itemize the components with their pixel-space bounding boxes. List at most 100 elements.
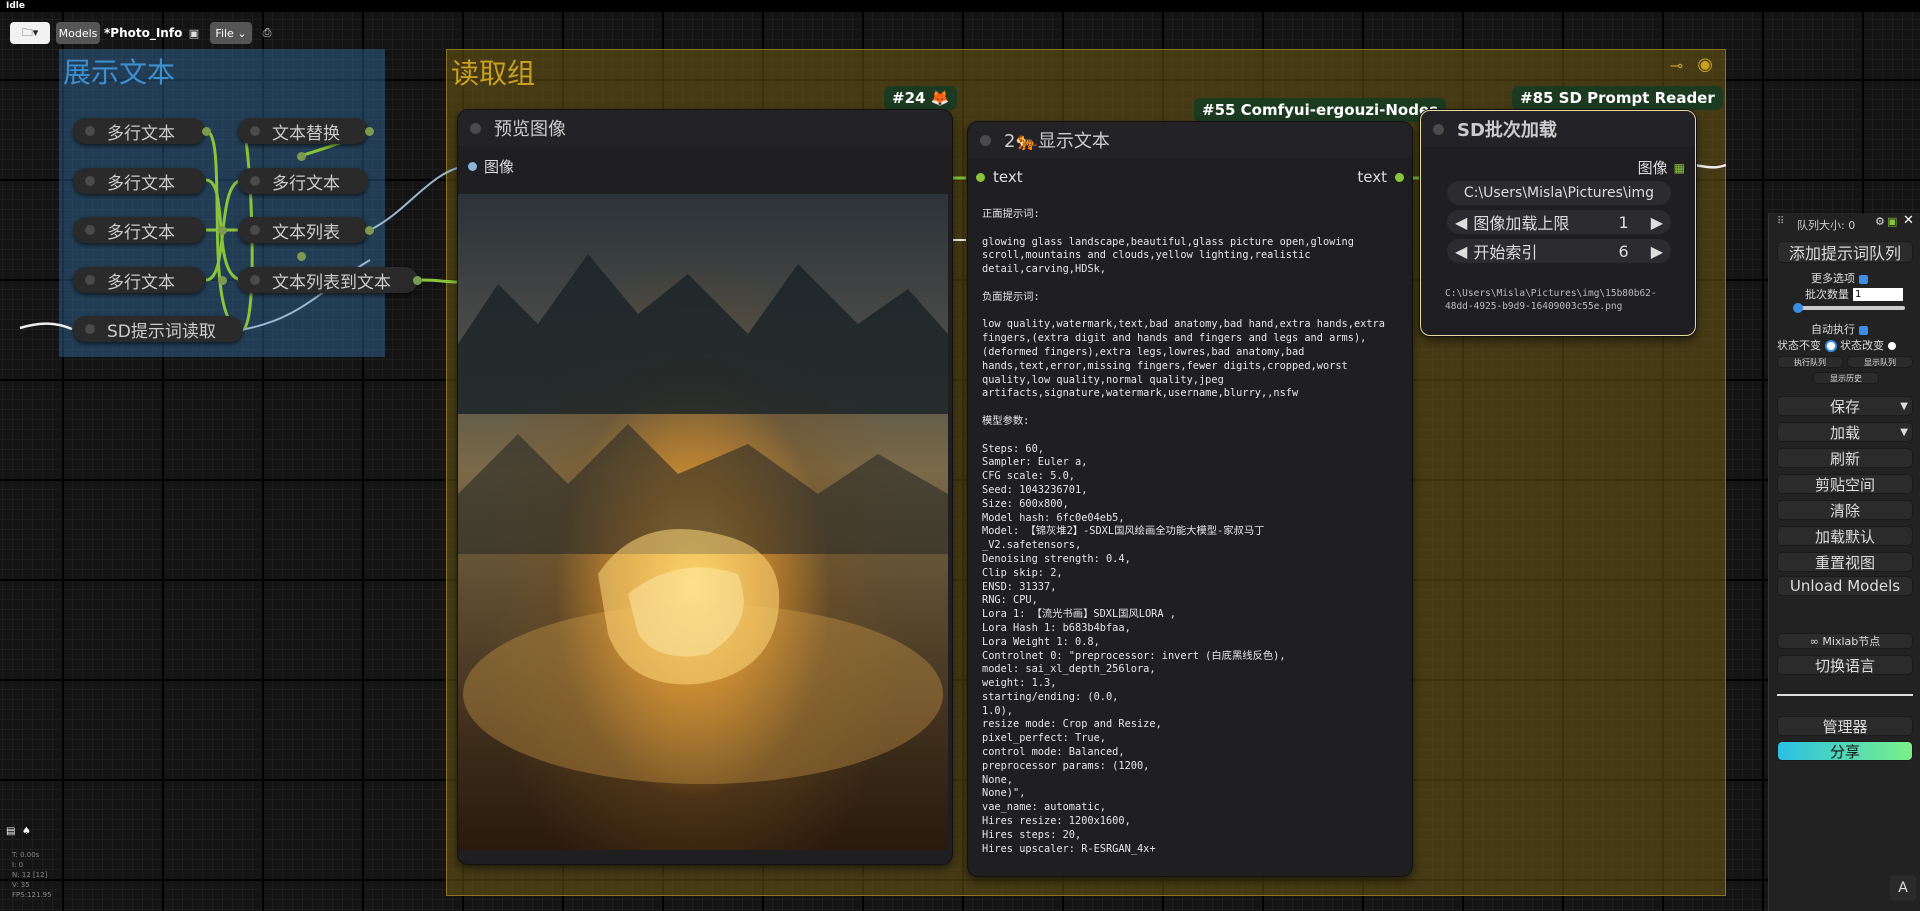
decrement-arrow-icon[interactable]: ◀	[1455, 213, 1467, 232]
preview-image-node[interactable]: 预览图像 图像	[458, 110, 952, 864]
corner-button[interactable]: A	[1890, 875, 1916, 901]
node-label: SD提示词读取	[107, 321, 216, 342]
node-label: 多行文本	[107, 123, 175, 144]
save-button[interactable]: 保存 ▼	[1777, 396, 1913, 416]
image-limit-stepper[interactable]: ◀ 图像加载上限 1 ▶	[1447, 210, 1671, 234]
stat-line: I: 0	[12, 861, 24, 869]
checkbox[interactable]	[1858, 325, 1868, 335]
node-label: 多行文本	[107, 222, 175, 243]
show-history-button[interactable]: 显示历史	[1813, 372, 1879, 384]
collapse-dot[interactable]	[250, 176, 260, 186]
batch-count-row: 批次数量 1	[1805, 286, 1903, 302]
clear-button[interactable]: 清除	[1777, 500, 1913, 520]
output-pin[interactable]	[365, 127, 374, 136]
output-dot[interactable]	[1395, 172, 1404, 182]
text-list-to-text-node[interactable]: 文本列表到文本	[238, 267, 418, 293]
text-input-slot[interactable]: text	[976, 168, 1023, 186]
manager-button[interactable]: 管理器	[1777, 716, 1913, 736]
multiline-text-node[interactable]: 多行文本	[73, 118, 205, 144]
loaded-file-path: C:\Users\Misla\Pictures\img\15b80b62- 48…	[1445, 288, 1657, 312]
collapse-dot[interactable]	[250, 225, 260, 235]
path-input[interactable]: C:\Users\Misla\Pictures\img	[1447, 181, 1671, 205]
multiline-text-node[interactable]: 多行文本	[73, 217, 205, 243]
input-dot[interactable]	[976, 172, 985, 182]
input-dot[interactable]	[468, 162, 477, 171]
pin-icon[interactable]: ♠	[22, 826, 31, 837]
node-title: 2🐅显示文本	[1004, 131, 1110, 152]
start-index-stepper[interactable]: ◀ 开始索引 6 ▶	[1447, 239, 1671, 263]
sd-prompt-reader-node[interactable]: SD提示词读取	[73, 316, 243, 342]
batch-count-input[interactable]: 1	[1853, 287, 1903, 301]
close-icon[interactable]: ✕	[1903, 213, 1914, 228]
slider-thumb[interactable]	[1793, 303, 1803, 313]
slot-label: text	[993, 168, 1023, 186]
mixlab-button[interactable]: ∞ Mixlab节点	[1777, 633, 1913, 649]
collapse-dot[interactable]	[980, 135, 991, 146]
radio-unchanged[interactable]	[1824, 340, 1837, 352]
share-button[interactable]: 分享	[1777, 741, 1913, 761]
multiline-text-node[interactable]: 多行文本	[73, 267, 205, 293]
multiline-text-node[interactable]: 多行文本	[238, 168, 368, 194]
label: 自动执行	[1811, 323, 1855, 336]
collapse-dot[interactable]	[250, 126, 260, 136]
stepper-label: 图像加载上限	[1473, 214, 1570, 233]
stat-line: V: 35	[12, 881, 30, 889]
collapse-dot[interactable]	[250, 275, 260, 285]
decrement-arrow-icon[interactable]: ◀	[1455, 242, 1467, 261]
output-pin[interactable]	[297, 152, 306, 161]
output-pin[interactable]	[365, 226, 374, 235]
text-list-node[interactable]: 文本列表	[238, 217, 368, 243]
drag-handle-icon[interactable]: ⠿	[1777, 216, 1784, 227]
text-replace-node[interactable]: 文本替换	[238, 118, 368, 144]
add-prompt-queue-button[interactable]: 添加提示词队列	[1777, 241, 1913, 263]
chevron-down-icon[interactable]: ▼	[1900, 401, 1908, 412]
auto-queue-toggle[interactable]: 自动执行	[1811, 321, 1868, 337]
show-text-node[interactable]: 2🐅显示文本 text text 正面提示词: glowing glass la…	[968, 122, 1412, 876]
load-default-button[interactable]: 加载默认	[1777, 526, 1913, 546]
clipspace-button[interactable]: 剪贴空间	[1777, 474, 1913, 494]
gear-icon[interactable]: ⚙	[1875, 215, 1885, 228]
switch-language-button[interactable]: 切换语言	[1777, 655, 1913, 675]
increment-arrow-icon[interactable]: ▶	[1651, 242, 1663, 261]
queue-button[interactable]: 执行队列	[1777, 356, 1843, 368]
collapse-dot[interactable]	[85, 225, 95, 235]
collapse-dot[interactable]	[85, 176, 95, 186]
output-pin[interactable]	[297, 252, 306, 261]
render-stats: T: 0.00s I: 0 N: 12 [12] V: 35 FPS:121.9…	[12, 850, 52, 900]
batch-count-slider[interactable]	[1793, 303, 1905, 313]
show-queue-button[interactable]: 显示队列	[1847, 356, 1913, 368]
node-header[interactable]: 2🐅显示文本	[968, 122, 1412, 158]
more-options-toggle[interactable]: 更多选项	[1811, 270, 1868, 286]
text-output-slot[interactable]: text	[1357, 168, 1404, 186]
output-pin[interactable]	[413, 276, 422, 285]
chevron-down-icon[interactable]: ▼	[1900, 427, 1908, 438]
collapse-dot[interactable]	[470, 123, 481, 134]
radio-changed[interactable]	[1887, 342, 1896, 350]
collapse-dot[interactable]	[1433, 124, 1444, 135]
increment-arrow-icon[interactable]: ▶	[1651, 213, 1663, 232]
refresh-button[interactable]: 刷新	[1777, 448, 1913, 468]
graph-icon[interactable]: ▤	[6, 826, 15, 837]
output-pin[interactable]	[202, 127, 211, 136]
collapse-dot[interactable]	[85, 324, 95, 334]
node-label: 文本列表到文本	[272, 272, 391, 293]
text-display-area[interactable]: 正面提示词: glowing glass landscape,beautiful…	[982, 208, 1406, 872]
node-header[interactable]: 预览图像	[458, 110, 952, 146]
checkbox[interactable]	[1858, 274, 1868, 284]
load-button[interactable]: 加载 ▼	[1777, 422, 1913, 442]
reset-view-button[interactable]: 重置视图	[1777, 552, 1913, 572]
unload-models-button[interactable]: Unload Models	[1777, 576, 1913, 596]
node-header[interactable]: SD批次加载	[1421, 111, 1695, 147]
image-input-slot[interactable]: 图像	[468, 156, 514, 177]
sd-batch-load-node[interactable]: SD批次加载 图像 ▦ C:\Users\Misla\Pictures\img ◀…	[1420, 110, 1696, 336]
collapse-dot[interactable]	[85, 126, 95, 136]
node-badge: #55 Comfyui-ergouzi-Nodes	[1194, 98, 1447, 122]
image-icon[interactable]: ▣	[1887, 215, 1897, 228]
image-output-slot[interactable]: 图像 ▦	[1638, 157, 1685, 178]
output-pin[interactable]	[218, 226, 227, 235]
side-menu[interactable]: ⠿ 队列大小: 0 ⚙ ▣ ✕ 添加提示词队列 更多选项 批次数量 1 自动执行…	[1768, 213, 1920, 911]
node-label: 多行文本	[272, 173, 340, 194]
collapse-dot[interactable]	[85, 275, 95, 285]
output-pin[interactable]	[218, 276, 227, 285]
multiline-text-node[interactable]: 多行文本	[73, 168, 205, 194]
